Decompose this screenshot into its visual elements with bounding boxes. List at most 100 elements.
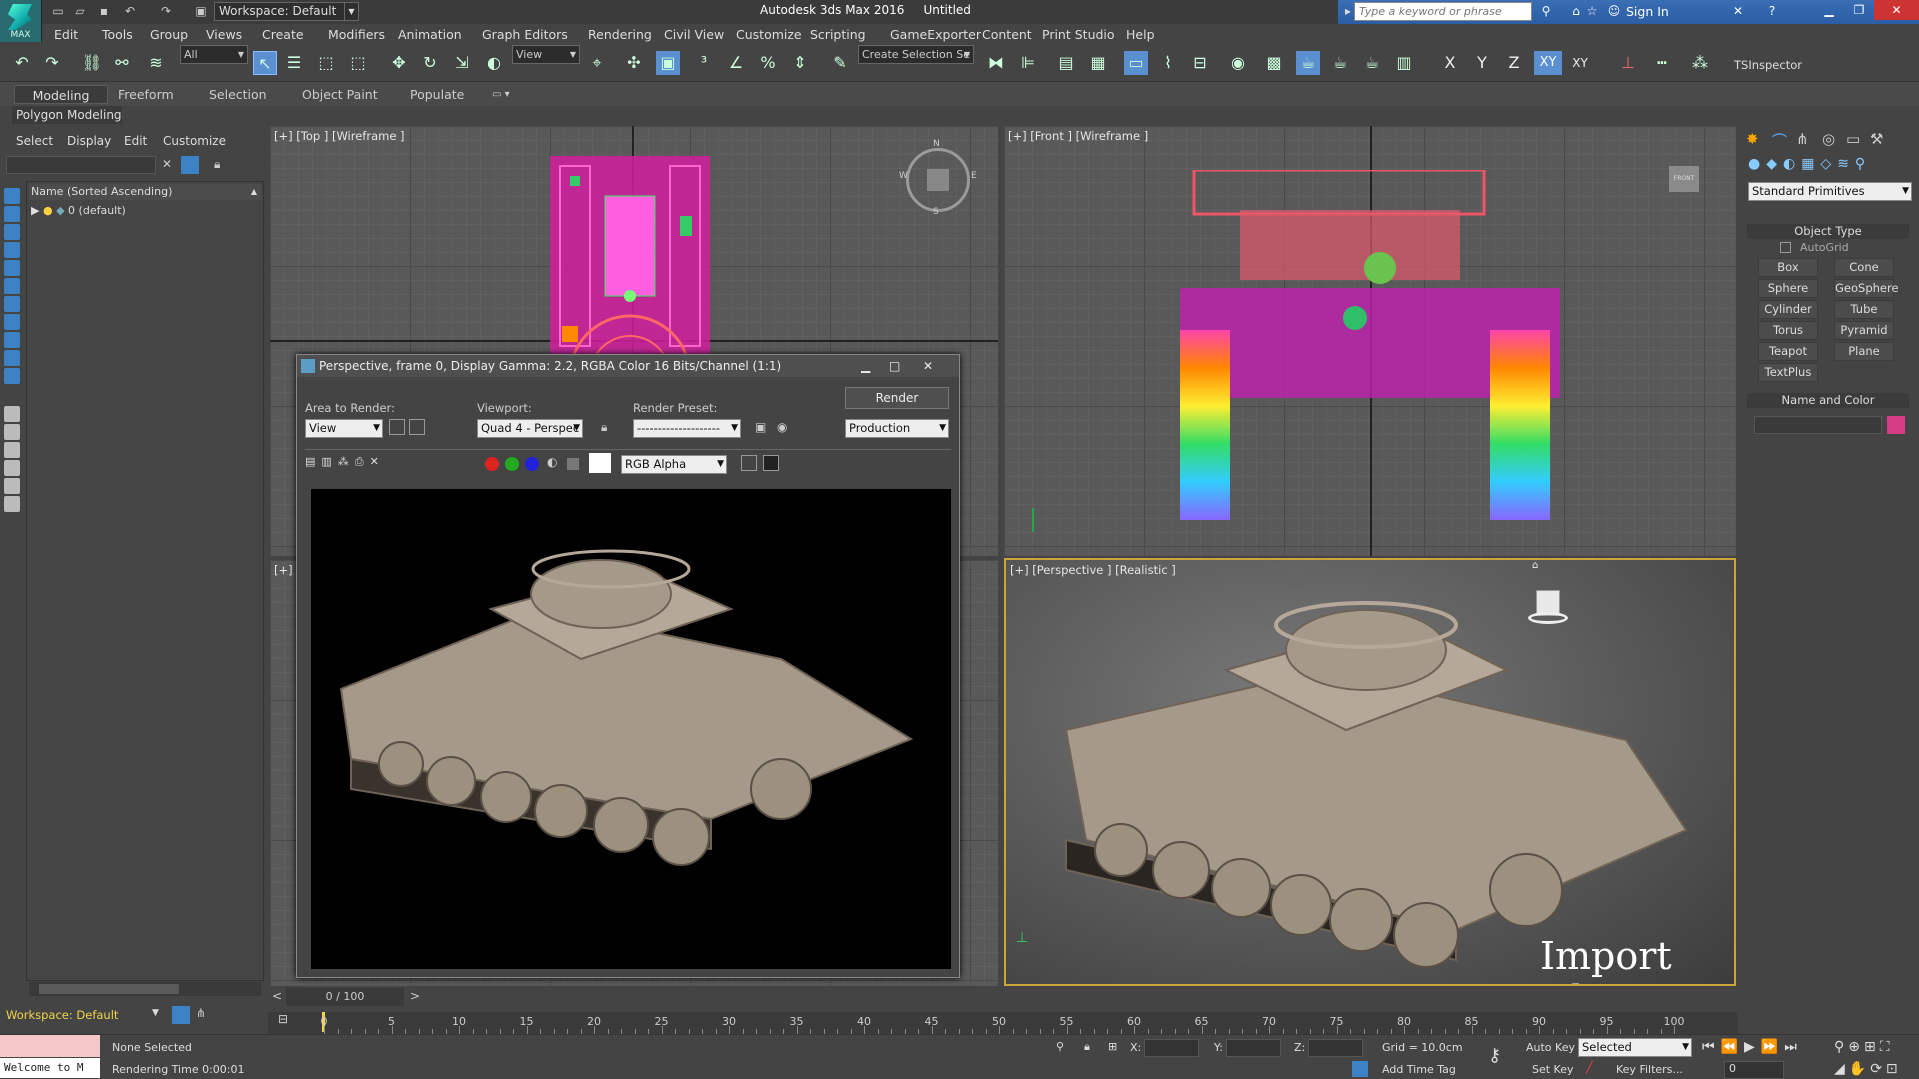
pyramid-button[interactable]: Pyramid [1834,321,1894,340]
hierarchy-tab-icon[interactable]: ⋔ [1796,130,1809,148]
home-icon[interactable]: ⌂ [1532,560,1538,571]
menu-item-scripting[interactable]: Scripting [810,27,866,42]
y-coordinate-input[interactable] [1226,1039,1281,1057]
select-manipulate-icon[interactable]: ✣ [622,51,646,75]
scene-explorer-tool-icon[interactable] [4,332,20,348]
scene-search-input[interactable] [6,156,156,174]
render-setup-icon[interactable]: ▩ [1262,51,1286,75]
render-iterative-icon[interactable]: ☕ [1360,51,1384,75]
pivot-center-icon[interactable]: ⌖ [585,51,609,75]
key-filter-icon[interactable]: ╱ [1586,1061,1593,1074]
tab-populate[interactable]: Populate [400,85,474,104]
box-button[interactable]: Box [1758,258,1818,277]
compass-south[interactable]: S [933,207,939,217]
column-header[interactable]: Name (Sorted Ascending) ▲ [29,184,261,200]
viewport-nav-icons-2[interactable]: ◢✋⟳⊡ [1834,1061,1902,1077]
horizontal-scrollbar[interactable] [29,982,261,996]
name-and-color-rollout-title[interactable]: Name and Color [1747,393,1909,408]
expand-arrow-icon[interactable]: ▶ [31,204,39,217]
alpha-channel-icon[interactable]: ◐ [547,455,557,469]
axis-xy-button[interactable]: XY [1534,51,1562,75]
scene-explorer-tool-icon[interactable] [4,224,20,240]
viewcube-front[interactable]: FRONT [1669,166,1699,192]
modify-tab-icon[interactable]: ⌒ [1772,130,1787,151]
rectangular-selection-icon[interactable]: ⬚ [314,51,338,75]
bind-spacewarp-icon[interactable]: ≋ [144,51,168,75]
search-input[interactable]: Type a keyword or phrase [1354,2,1532,21]
curve-editor-icon[interactable]: ⌇ [1156,51,1180,75]
z-coordinate-input[interactable] [1308,1039,1363,1057]
tab-object-paint[interactable]: Object Paint [292,85,388,104]
primitive-type-dropdown[interactable]: Standard Primitives ▼ [1748,182,1912,201]
tube-button[interactable]: Tube [1834,300,1894,319]
scene-explorer-icon[interactable]: ▦ [1086,51,1110,75]
tab-selection[interactable]: Selection [199,85,277,104]
channel-dropdown[interactable]: RGB Alpha ▼ [621,455,727,474]
render-activeshade-icon[interactable]: ▥ [1392,51,1416,75]
scene-explorer-tool-icon[interactable] [4,350,20,366]
compass-north[interactable]: N [933,139,940,149]
menu-item-graph-editors[interactable]: Graph Editors [482,27,568,42]
menu-item-views[interactable]: Views [206,27,242,42]
tsinspector-button[interactable]: TSInspector [1734,58,1802,72]
mirror-icon[interactable]: ⧓ [984,51,1008,75]
scene-explorer-tool-icon[interactable] [4,478,20,494]
filter-icon[interactable] [181,156,199,174]
scene-menu-edit[interactable]: Edit [124,134,147,148]
select-move-icon[interactable]: ✥ [387,51,411,75]
key-filters-button[interactable]: Key Filters... [1616,1063,1683,1076]
area-to-render-dropdown[interactable]: View ▼ [305,419,383,438]
maxscript-listener-input[interactable] [0,1035,100,1057]
menu-item-civil-view[interactable]: Civil View [664,27,724,42]
scatter-icon[interactable]: ⁂ [1688,51,1712,75]
swatch[interactable] [589,453,611,473]
workspace-label[interactable]: Workspace: Default [6,1008,118,1022]
menu-item-content[interactable]: Content [982,27,1032,42]
menu-item-create[interactable]: Create [262,27,304,42]
viewport-perspective[interactable]: [+] [Perspective ] [Realistic ] ⌂ ⊥ Impo… [1004,558,1736,986]
ribbon-options-icon[interactable]: ▭ ▾ [482,85,520,104]
x-coordinate-input[interactable] [1144,1039,1199,1057]
teapot-button[interactable]: Teapot [1758,342,1818,361]
blue-channel-icon[interactable] [525,457,539,471]
auto-key-button[interactable]: Auto Key [1526,1041,1575,1054]
menu-item-help[interactable]: Help [1126,27,1155,42]
isolate-icon[interactable]: ⚲ [1056,1040,1064,1053]
keyboard-shortcut-toggle-icon[interactable]: ▣ [656,51,680,75]
viewcube-top-face[interactable] [927,169,949,191]
red-channel-icon[interactable] [485,457,499,471]
polygon-modeling-panel[interactable]: Polygon Modeling [12,106,122,124]
favorites-star-icon[interactable]: ☆ [1584,4,1600,19]
cylinder-button[interactable]: Cylinder [1758,300,1818,319]
menu-item-print-studio[interactable]: Print Studio [1042,27,1115,42]
redo-icon[interactable]: ↷ [40,51,64,75]
minimize-button[interactable]: ▁ [861,355,870,377]
scene-explorer-tool-icon[interactable] [4,424,20,440]
viewport-front[interactable]: [+] [Front ] [Wireframe ] FRONT [1004,126,1736,556]
sign-in-link[interactable]: Sign In [1626,4,1669,19]
next-frame-icon[interactable]: > [410,989,420,1003]
menu-item-edit[interactable]: Edit [54,27,78,42]
workspace-dropdown[interactable]: Workspace: Default ▼ [214,2,359,21]
scene-explorer-tool-icon[interactable] [4,406,20,422]
scene-explorer-tool-icon[interactable] [4,278,20,294]
object-name-input[interactable] [1754,416,1882,434]
add-time-tag-button[interactable]: Add Time Tag [1382,1063,1456,1076]
schematic-view-icon[interactable]: ⊟ [1188,51,1212,75]
menu-item-group[interactable]: Group [150,27,188,42]
sphere-button[interactable]: Sphere [1758,279,1818,298]
axis-xy-cycle-button[interactable]: XY [1568,51,1592,75]
compass-west[interactable]: W [899,171,908,181]
lock-icon[interactable]: 🔒︎ [601,420,607,435]
undo-icon[interactable]: ↶ [122,4,138,19]
create-tab-icon[interactable]: ✸ [1746,130,1759,148]
select-rotate-icon[interactable]: ↻ [418,51,442,75]
scene-explorer-tool-icon[interactable] [4,260,20,276]
scene-menu-customize[interactable]: Customize [163,134,226,148]
green-channel-icon[interactable] [505,457,519,471]
select-object-icon[interactable]: ↖ [253,51,277,75]
window-crossing-icon[interactable]: ⬚ [346,51,370,75]
scene-menu-display[interactable]: Display [67,134,111,148]
user-icon[interactable]: ☺ [1606,4,1622,19]
environment-icon[interactable]: ◉ [777,420,787,434]
